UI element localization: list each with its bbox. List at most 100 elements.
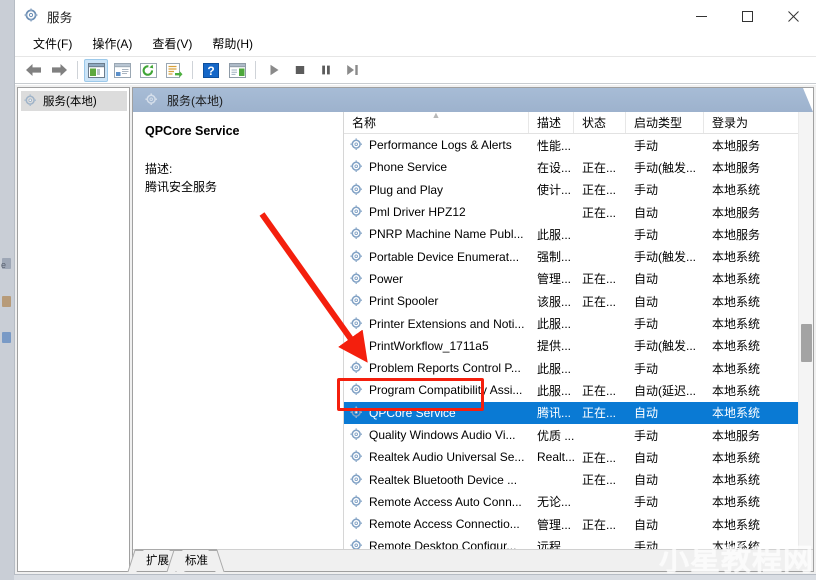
table-row[interactable]: Printer Extensions and Noti... 此服... 手动 … (344, 312, 813, 334)
tree-item-services-local[interactable]: 服务(本地) (21, 91, 127, 111)
menu-help[interactable]: 帮助(H) (202, 32, 263, 56)
cell-startup-type: 手动 (634, 317, 659, 332)
services-gear-icon (350, 517, 364, 531)
scrollbar-thumb[interactable] (801, 324, 812, 362)
services-gear-icon (350, 495, 364, 509)
stop-service-button[interactable] (288, 59, 312, 82)
services-gear-icon (350, 428, 364, 442)
cell-startup-type: 自动 (634, 272, 659, 287)
table-row[interactable]: Realtek Bluetooth Device ... 正在... 自动 本地… (344, 468, 813, 490)
cell-service-name: Phone Service (344, 160, 529, 174)
cell-log-on-as: 本地系统 (712, 294, 761, 309)
services-gear-icon (350, 472, 364, 487)
table-row[interactable]: Problem Reports Control P... 此服... 手动 本地… (344, 357, 813, 379)
export-list-button[interactable] (162, 59, 186, 82)
cell-log-on-as: 本地服务 (712, 160, 761, 175)
properties-button[interactable] (110, 59, 134, 82)
services-window: 服务 文件(F) 操作(A) 查看(V) 帮助(H) ? 服务(本地) 服务(本… (14, 0, 816, 575)
service-name-label: Print Spooler (369, 294, 439, 309)
content-pane: 服务(本地) QPCore Service 描述: 腾讯安全服务 名称 ▲ 描述… (132, 87, 814, 572)
cell-status: 正在... (582, 183, 617, 198)
table-row[interactable]: PNRP Machine Name Publ... 此服... 手动 本地服务 (344, 223, 813, 245)
service-name-label: Problem Reports Control P... (369, 361, 521, 376)
menu-action[interactable]: 操作(A) (82, 32, 142, 56)
cell-description: 优质 ... (537, 428, 574, 443)
table-row[interactable]: Realtek Audio Universal Se... Realt... 正… (344, 446, 813, 468)
table-row[interactable]: Portable Device Enumerat... 强制... 手动(触发.… (344, 245, 813, 267)
services-gear-icon (350, 361, 364, 375)
cell-service-name: Printer Extensions and Noti... (344, 317, 529, 331)
list-scrollbar[interactable] (798, 112, 813, 549)
pause-service-button[interactable] (314, 59, 338, 82)
cell-startup-type: 自动 (634, 294, 659, 309)
service-name-label: Performance Logs & Alerts (369, 138, 512, 153)
cell-log-on-as: 本地服务 (712, 138, 761, 153)
services-gear-icon (350, 183, 364, 197)
back-button[interactable] (21, 59, 45, 82)
cell-status: 正在... (582, 450, 617, 465)
column-name[interactable]: 名称 ▲ (344, 112, 529, 133)
toolbar: ? (15, 57, 816, 84)
maximize-button[interactable] (724, 0, 770, 32)
table-row[interactable]: Power 管理... 正在... 自动 本地系统 (344, 268, 813, 290)
cell-description: 腾讯... (537, 406, 572, 421)
help-button[interactable]: ? (199, 59, 223, 82)
show-hide-tree-button[interactable] (84, 58, 108, 82)
cell-service-name: Quality Windows Audio Vi... (344, 428, 529, 442)
table-row[interactable]: Phone Service 在设... 正在... 手动(触发... 本地服务 (344, 156, 813, 178)
background-icon-3 (2, 332, 11, 343)
services-gear-icon (145, 93, 159, 107)
column-name-label: 名称 (352, 116, 377, 130)
cell-startup-type: 自动 (634, 205, 659, 220)
window-controls (678, 0, 816, 32)
cell-log-on-as: 本地系统 (712, 406, 761, 421)
show-action-pane-button[interactable] (225, 59, 249, 82)
cell-service-name: Power (344, 272, 529, 286)
cell-service-name: Pml Driver HPZ12 (344, 205, 529, 219)
column-status[interactable]: 状态 (574, 112, 626, 133)
services-gear-icon (350, 339, 364, 353)
services-gear-icon (350, 138, 364, 152)
service-name-label: Portable Device Enumerat... (369, 249, 520, 264)
table-row[interactable]: Pml Driver HPZ12 正在... 自动 本地服务 (344, 201, 813, 223)
tab-standard[interactable]: 标准 (174, 549, 217, 571)
cell-startup-type: 手动(触发... (634, 250, 696, 265)
column-startup-type[interactable]: 启动类型 (626, 112, 704, 133)
tab-extended-label: 扩展 (146, 555, 169, 567)
table-row[interactable]: Plug and Play 使计... 正在... 手动 本地系统 (344, 179, 813, 201)
services-gear-icon (350, 294, 364, 308)
cell-description: 在设... (537, 160, 572, 175)
restart-service-button[interactable] (340, 59, 364, 82)
table-row[interactable]: Remote Access Connectio... 管理... 正在... 自… (344, 513, 813, 535)
table-row[interactable]: Quality Windows Audio Vi... 优质 ... 手动 本地… (344, 424, 813, 446)
refresh-button[interactable] (136, 59, 160, 82)
table-row[interactable]: Performance Logs & Alerts 性能... 手动 本地服务 (344, 134, 813, 156)
close-button[interactable] (770, 0, 816, 32)
column-log-on-as[interactable]: 登录为 (704, 112, 813, 133)
cell-description: 此服... (537, 227, 572, 242)
cell-startup-type: 手动 (634, 138, 659, 153)
cell-description: 管理... (537, 517, 572, 532)
cell-log-on-as: 本地系统 (712, 495, 761, 510)
cell-log-on-as: 本地系统 (712, 450, 761, 465)
table-row[interactable]: Print Spooler 该服... 正在... 自动 本地系统 (344, 290, 813, 312)
cell-status: 正在... (582, 294, 617, 309)
start-service-button[interactable] (262, 59, 286, 82)
service-name-label: PNRP Machine Name Publ... (369, 227, 524, 242)
services-gear-icon (350, 250, 364, 264)
table-row[interactable]: Remote Access Auto Conn... 无论... 手动 本地系统 (344, 491, 813, 513)
table-row[interactable]: PrintWorkflow_1711a5 提供... 手动(触发... 本地系统 (344, 335, 813, 357)
cell-description: 性能... (537, 138, 572, 153)
cell-service-name: Remote Access Connectio... (344, 517, 529, 531)
minimize-button[interactable] (678, 0, 724, 32)
cell-status: 正在... (582, 160, 617, 175)
service-name-label: Phone Service (369, 160, 448, 175)
cell-log-on-as: 本地服务 (712, 205, 761, 220)
cell-log-on-as: 本地服务 (712, 428, 761, 443)
cell-log-on-as: 本地系统 (712, 361, 761, 376)
menu-view[interactable]: 查看(V) (142, 32, 202, 56)
column-description[interactable]: 描述 (529, 112, 574, 133)
menu-file[interactable]: 文件(F) (23, 32, 82, 56)
forward-button[interactable] (47, 59, 71, 82)
cell-status: 正在... (582, 205, 617, 220)
